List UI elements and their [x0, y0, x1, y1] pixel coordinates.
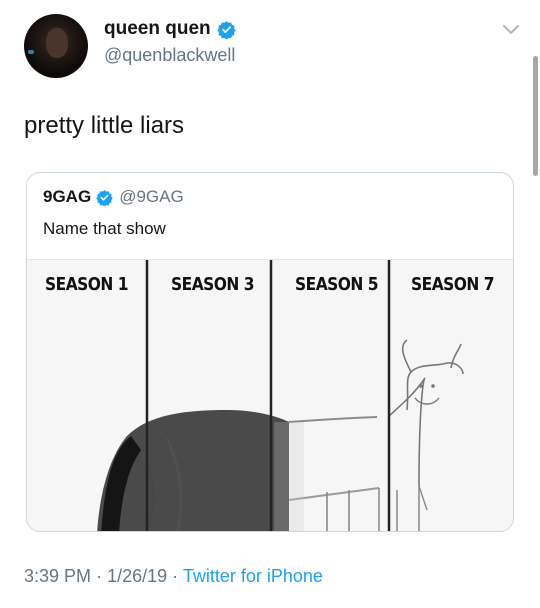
tweet-date[interactable]: 1/26/19	[107, 566, 167, 586]
chevron-down-icon[interactable]	[502, 24, 520, 36]
panel-label-2: SEASON 3	[171, 274, 255, 295]
user-handle[interactable]: @quenblackwell	[104, 45, 235, 66]
scrollbar[interactable]	[533, 56, 538, 176]
horse-drawing	[97, 260, 464, 531]
tweet-source-link[interactable]: Twitter for iPhone	[183, 566, 323, 586]
quoted-display-name: 9GAG	[43, 187, 92, 206]
display-name[interactable]: queen quen	[104, 18, 211, 40]
verified-badge-icon	[216, 20, 236, 39]
separator: ·	[172, 566, 179, 586]
verified-badge-icon	[96, 189, 113, 206]
quoted-tweet-card[interactable]: 9GAG @9GAG Name that show SEASON 1 SEASO…	[26, 172, 514, 532]
separator: ·	[96, 566, 103, 586]
name-row: queen quen	[104, 18, 236, 40]
quoted-handle: @9GAG	[119, 187, 184, 206]
panel-label-4: SEASON 7	[411, 274, 495, 295]
panel-label-1: SEASON 1	[45, 274, 129, 295]
avatar-face	[46, 28, 68, 58]
tweet-header: queen quen @quenblackwell	[24, 14, 524, 78]
tweet-metadata: 3:39 PM · 1/26/19 · Twitter for iPhone	[24, 566, 323, 587]
tweet-time[interactable]: 3:39 PM	[24, 566, 91, 586]
avatar-accent	[28, 50, 34, 54]
tweet-text: pretty little liars	[24, 112, 185, 139]
meme-image[interactable]: SEASON 1 SEASON 3 SEASON 5 SEASON 7	[27, 259, 513, 531]
avatar[interactable]	[24, 14, 88, 78]
quoted-tweet-text: Name that show	[43, 219, 166, 238]
quoted-tweet-header: 9GAG @9GAG	[43, 187, 184, 207]
panel-label-3: SEASON 5	[295, 274, 379, 295]
tweet: queen quen @quenblackwell pretty little …	[0, 0, 540, 608]
